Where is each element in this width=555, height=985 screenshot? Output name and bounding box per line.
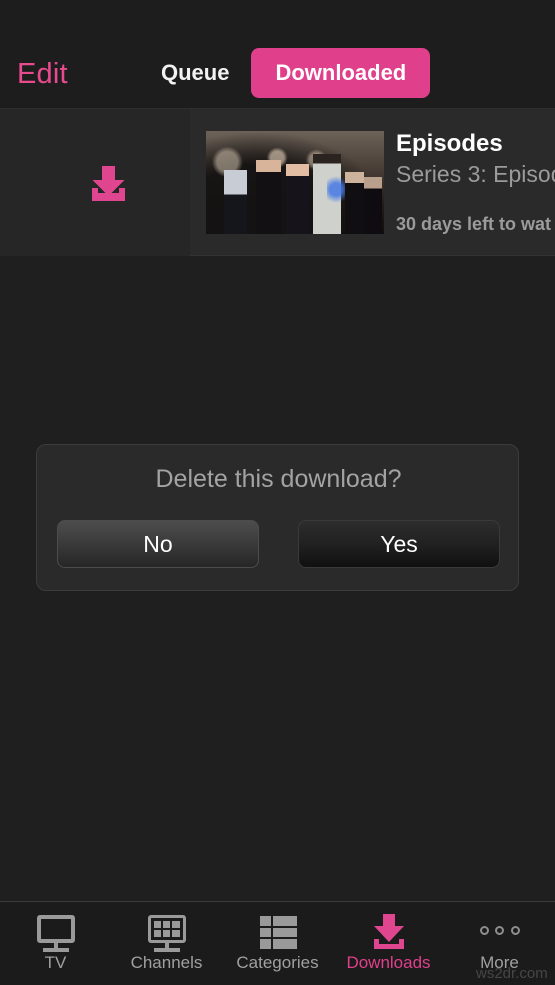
tab-downloads-label: Downloads [346,953,431,972]
tab-downloaded[interactable]: Downloaded [251,48,431,98]
row-delete-action[interactable] [0,109,190,256]
edit-button[interactable]: Edit [17,58,68,91]
tab-queue[interactable]: Queue [139,48,251,98]
list-item-content[interactable]: Episodes Series 3: Episod 30 days left t… [190,109,555,256]
tab-channels[interactable]: Channels [111,902,222,985]
list-item-title: Episodes [396,130,503,157]
list-item-expiry: 30 days left to wat [396,214,552,234]
header-bar: Edit Queue Downloaded [0,0,555,109]
tv-icon [33,913,79,953]
delete-confirm-dialog: Delete this download? No Yes [36,444,519,591]
app-root: Edit Queue Downloaded Episodes Series 3:… [0,0,555,985]
tab-more-label: More [480,953,519,972]
tab-downloads[interactable]: Downloads [333,902,444,985]
segmented-control: Queue Downloaded [139,48,431,98]
tab-categories[interactable]: Categories [222,902,333,985]
categories-icon [255,913,301,953]
no-button[interactable]: No [57,520,259,568]
tab-tv[interactable]: TV [0,902,111,985]
yes-button[interactable]: Yes [298,520,500,568]
tab-categories-label: Categories [236,953,319,972]
list-item[interactable]: Episodes Series 3: Episod 30 days left t… [0,109,555,256]
tab-bar: TV Channels Categories Downloads More ws… [0,901,555,985]
download-icon [92,166,125,201]
list-item-text: Episodes Series 3: Episod [396,129,555,189]
tab-channels-label: Channels [130,953,203,972]
ellipsis-icon [477,913,523,953]
dialog-title: Delete this download? [155,465,402,493]
channels-icon [144,913,190,953]
tab-tv-label: TV [44,953,67,972]
thumbnail-image [206,131,384,234]
download-icon [366,913,412,953]
list-item-subtitle: Series 3: Episod [396,161,555,187]
tab-more[interactable]: More [444,902,555,985]
